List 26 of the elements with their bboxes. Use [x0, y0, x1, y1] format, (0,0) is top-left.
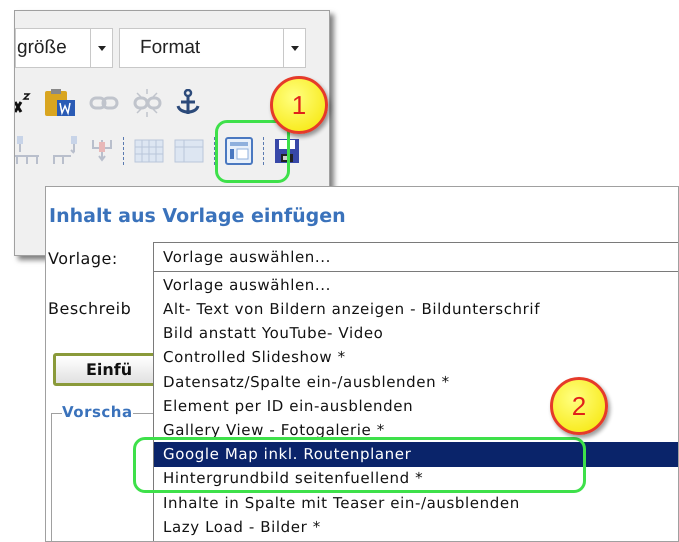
superscript-icon[interactable] — [15, 92, 31, 114]
dropdown-option[interactable]: Bild anstatt YouTube- Video — [154, 321, 384, 346]
dropdown-arrow-icon — [98, 46, 106, 50]
dropdown-option[interactable]: Google Map inkl. Routenplaner — [154, 442, 678, 466]
dropdown-option[interactable]: Hintergrundbild seitenfuellend * — [154, 466, 424, 491]
template-icon[interactable] — [225, 137, 253, 165]
dropdown-option[interactable]: Alt- Text von Bildern anzeigen - Bildunterschrif — [154, 297, 540, 322]
link-icon[interactable] — [89, 95, 119, 111]
dropdown-option[interactable]: Element per ID ein-ausblenden — [154, 394, 414, 418]
table-row-insert-icon[interactable] — [15, 136, 41, 166]
dropdown-option[interactable]: Vorlage auswählen... — [154, 273, 332, 298]
table-icon[interactable] — [134, 139, 164, 163]
dropdown-arrow-icon — [290, 46, 298, 50]
font-size-dropdown[interactable]: größe — [15, 28, 113, 68]
template-label: Vorlage: — [48, 248, 118, 270]
table-cells-icon[interactable] — [174, 139, 204, 163]
dropdown-option[interactable]: Lazy Load - Bilder * — [154, 514, 321, 540]
dropdown-option[interactable]: Inhalte in Spalte mit Teaser ein-/ausblenden — [154, 490, 520, 515]
paste-from-word-icon[interactable] — [43, 88, 77, 118]
unlink-icon[interactable] — [131, 87, 163, 119]
dialog-title: Inhalt aus Vorlage einfügen — [49, 204, 346, 229]
description-label: Beschreib — [48, 298, 132, 320]
dropdown-option[interactable]: Gallery View - Fotogalerie * — [154, 418, 385, 442]
anchor-icon[interactable] — [175, 89, 201, 117]
template-select[interactable]: Vorlage auswählen... — [153, 242, 678, 272]
format-dropdown[interactable]: Format — [119, 28, 306, 68]
